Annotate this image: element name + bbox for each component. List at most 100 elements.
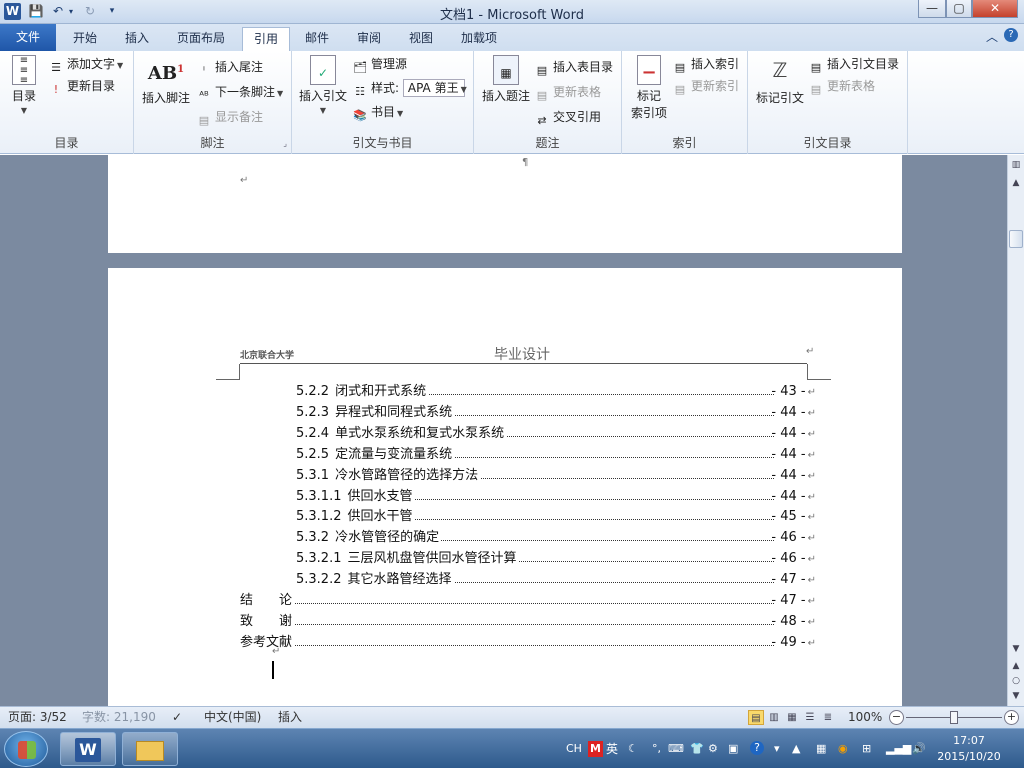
toc-entry[interactable]: 5.3.2.1 三层风机盘管供回水管径计算 - 46 - ↵ — [296, 548, 816, 570]
toc-entry[interactable]: 5.2.4 单式水泵系统和复式水泵系统 - 44 - ↵ — [296, 422, 816, 444]
ime-menu-icon[interactable]: ▾ — [774, 741, 780, 757]
tab-review[interactable]: 审阅 — [346, 27, 392, 51]
web-layout-icon[interactable]: ▦ — [784, 710, 800, 725]
toc-paragraph-mark: ↵ — [807, 407, 816, 419]
add-text-button[interactable]: ☰ 添加文字 ▼ — [48, 54, 123, 74]
vertical-scrollbar[interactable]: ▥ ▲ ▼ ▲ ○ ▼ — [1007, 155, 1024, 706]
taskbar-explorer-button[interactable] — [122, 732, 178, 766]
bibliography-button[interactable]: 📚 书目 ▼ — [352, 102, 403, 122]
toc-entry[interactable]: 5.3.2 冷水管管径的确定 - 46 - ↵ — [296, 527, 816, 549]
help-tray-icon[interactable]: ? — [750, 741, 764, 755]
scroll-up-icon[interactable]: ▲ — [1008, 175, 1024, 191]
insert-citation-button[interactable]: ✓ 插入引文 ▼ — [296, 53, 350, 115]
input-language[interactable]: CH — [566, 741, 582, 757]
show-hidden-icons[interactable]: ▲ — [792, 741, 800, 757]
minimize-button[interactable]: — — [918, 0, 946, 18]
style-dropdown[interactable]: APA 第王 ▼ — [402, 79, 467, 97]
document-area[interactable]: ¶ ↵ 北京联合大学 毕业设计 ↵ 5.2.2 闭式和开式系统 - 43 - ↵ 5.2… — [0, 155, 1007, 706]
update-table-button[interactable]: ▤ 更新表格 — [534, 82, 601, 102]
collapse-ribbon-icon[interactable]: ︿ — [986, 28, 998, 45]
clock[interactable]: 17:07 2015/10/20 — [930, 733, 1008, 765]
mark-citation-button[interactable]: ℤ 标记引文 — [752, 53, 808, 106]
margin-corner-right — [807, 364, 831, 380]
toc-paragraph-mark: ↵ — [807, 470, 816, 482]
next-footnote-label: 下一条脚注 — [215, 85, 276, 99]
tools-icon[interactable]: ⚙ — [708, 741, 718, 757]
mark-entry-button[interactable]: − 标记 索引项 — [626, 53, 672, 121]
toc-entry[interactable]: 5.3.2.2 其它水路管经选择 - 47 - ↵ — [296, 569, 816, 591]
toc-entry[interactable]: 致 谢 - 48 - ↵ — [240, 610, 816, 632]
insert-endnote-button[interactable]: ⁱ 插入尾注 — [196, 57, 263, 77]
draft-view-icon[interactable]: ≣ — [820, 710, 836, 725]
ime-logo-icon[interactable]: M — [588, 741, 603, 757]
language-indicator[interactable]: 中文(中国) — [204, 707, 261, 728]
tab-references[interactable]: 引用 — [242, 27, 290, 51]
dialog-launcher-icon[interactable]: ⌟ — [283, 139, 287, 148]
full-screen-reading-icon[interactable]: ▥ — [766, 710, 782, 725]
scroll-down-icon[interactable]: ▼ — [1008, 641, 1024, 657]
update-toc-button[interactable]: ! 更新目录 — [48, 76, 115, 96]
zoom-slider-thumb[interactable] — [950, 711, 958, 724]
keyboard-icon[interactable]: ⌨ — [668, 741, 684, 757]
close-button[interactable]: ✕ — [972, 0, 1018, 18]
page-count[interactable]: 页面: 3/52 — [8, 707, 67, 728]
tab-addins[interactable]: 加载项 — [450, 27, 508, 51]
insert-tof-button[interactable]: ▤ 插入表目录 — [534, 57, 613, 77]
clipboard-icon[interactable]: ▣ — [728, 741, 738, 757]
tab-page-layout[interactable]: 页面布局 — [166, 27, 236, 51]
outline-view-icon[interactable]: ☰ — [802, 710, 818, 725]
help-icon[interactable]: ? — [1004, 28, 1018, 42]
scroll-thumb[interactable] — [1009, 230, 1023, 248]
taskbar-word-button[interactable]: W — [60, 732, 116, 766]
proofing-icon[interactable]: ✓ — [172, 707, 182, 728]
security-icon[interactable]: ◉ — [838, 741, 848, 757]
ime-mode[interactable]: 英 — [606, 741, 618, 757]
word-count[interactable]: 字数: 21,190 — [82, 707, 156, 728]
insert-footnote-button[interactable]: AB1 插入脚注 — [138, 53, 194, 106]
toc-entry[interactable]: 5.2.2 闭式和开式系统 - 43 - ↵ — [296, 381, 816, 402]
tab-mailings[interactable]: 邮件 — [296, 27, 338, 51]
style-selector[interactable]: ☷ 样式: APA 第王 ▼ — [352, 78, 467, 98]
punctuation-icon[interactable]: °, — [652, 741, 661, 757]
update-index-button[interactable]: ▤ 更新索引 — [672, 76, 739, 96]
show-notes-button[interactable]: ▤ 显示备注 — [196, 107, 263, 127]
tab-insert[interactable]: 插入 — [114, 27, 160, 51]
toc-entry[interactable]: 5.3.1 冷水管路管径的选择方法 - 44 - ↵ — [296, 464, 816, 486]
toc-entry[interactable]: 5.3.1.1 供回水支管 - 44 - ↵ — [296, 485, 816, 507]
toc-entry[interactable]: 参考文献 - 49 - ↵ — [240, 631, 816, 653]
zoom-in-icon[interactable]: + — [1004, 710, 1019, 725]
next-page-icon[interactable]: ▼ — [1008, 688, 1024, 704]
manage-sources-button[interactable]: 🗂 管理源 — [352, 54, 407, 74]
toc-button[interactable]: ≡ ≡ ≡ 目录 ▼ — [6, 53, 42, 115]
tab-view[interactable]: 视图 — [398, 27, 444, 51]
signal-icon[interactable]: ▂▄▆ — [886, 741, 911, 757]
zoom-level[interactable]: 100% — [848, 707, 882, 728]
volume-icon[interactable]: 🔊 — [912, 741, 926, 757]
cross-reference-button[interactable]: ⇄ 交叉引用 — [534, 107, 601, 127]
insert-caption-button[interactable]: ▦ 插入题注 — [478, 53, 534, 104]
insert-toa-button[interactable]: ▤ 插入引文目录 — [808, 54, 899, 74]
zoom-out-icon[interactable]: − — [889, 710, 904, 725]
tab-file[interactable]: 文件 — [0, 24, 56, 51]
maximize-button[interactable]: ▢ — [946, 0, 972, 18]
browse-object-icon[interactable]: ○ — [1008, 673, 1024, 689]
next-footnote-button[interactable]: ᴬᴮ 下一条脚注 ▼ — [196, 82, 283, 102]
skin-icon[interactable]: 👕 — [690, 741, 704, 757]
network-device-icon[interactable]: ▦ — [816, 741, 826, 757]
ruler-toggle-icon[interactable]: ▥ — [1008, 157, 1024, 173]
insert-mode-indicator[interactable]: 插入 — [278, 707, 302, 728]
toc-entry[interactable]: 5.2.3 异程式和同程式系统 - 44 - ↵ — [296, 401, 816, 423]
toc-entry[interactable]: 5.3.1.2 供回水干管 - 45 - ↵ — [296, 506, 816, 528]
document-page-current[interactable]: 北京联合大学 毕业设计 ↵ 5.2.2 闭式和开式系统 - 43 - ↵ 5.2.3 异程… — [108, 268, 902, 706]
previous-page-icon[interactable]: ▲ — [1008, 658, 1024, 674]
start-button[interactable] — [4, 731, 48, 767]
windows-flag-icon[interactable]: ⊞ — [862, 741, 871, 757]
print-layout-icon[interactable]: ▤ — [748, 710, 764, 725]
toc-entry[interactable]: 5.2.5 定流量与变流量系统 - 44 - ↵ — [296, 443, 816, 465]
document-page-previous[interactable]: ¶ ↵ — [108, 155, 902, 253]
toc-entry[interactable]: 结 论 - 47 - ↵ — [240, 590, 816, 611]
insert-index-button[interactable]: ▤ 插入索引 — [672, 54, 739, 74]
update-toa-button[interactable]: ▤ 更新表格 — [808, 76, 875, 96]
tab-home[interactable]: 开始 — [62, 27, 108, 51]
moon-icon[interactable]: ☾ — [628, 741, 638, 757]
